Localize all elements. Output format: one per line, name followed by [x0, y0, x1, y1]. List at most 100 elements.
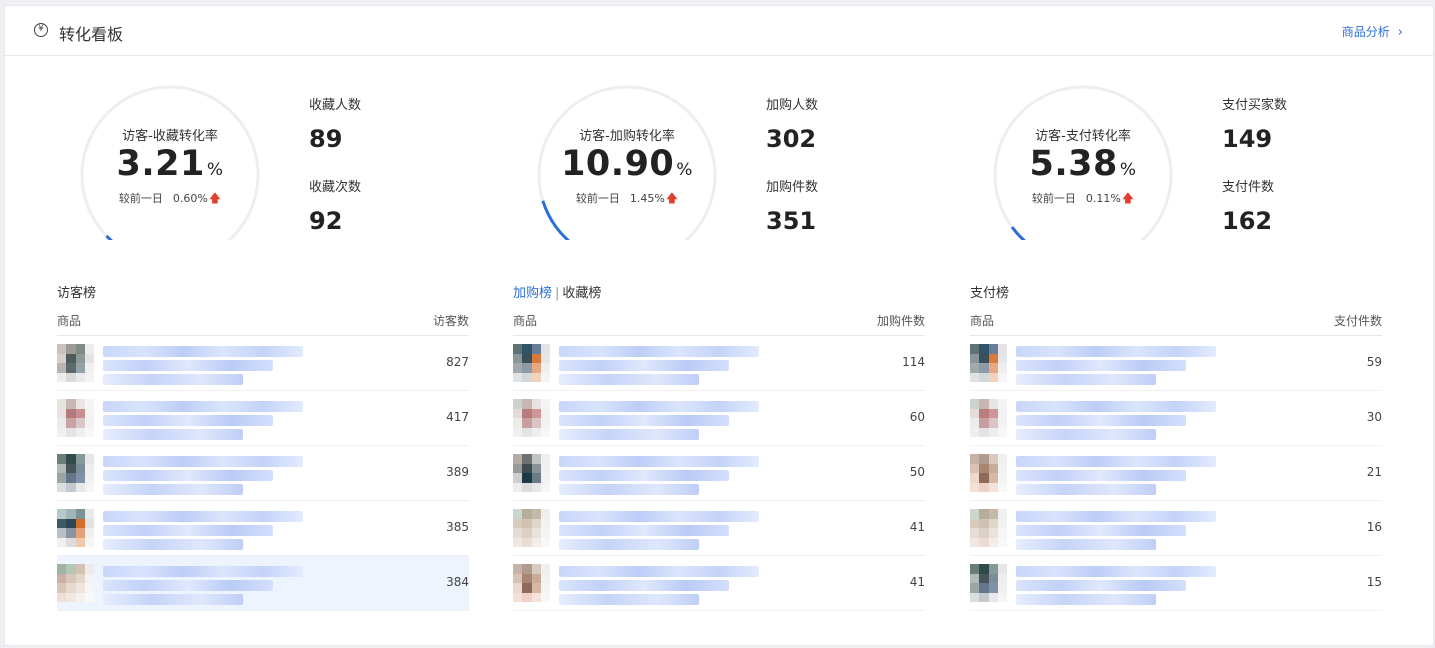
metric-block: 访客-收藏转化率 3.21% 较前一日 0.60%🡅 收藏人数 89 收藏次数 9…: [80, 80, 520, 245]
stat-value: 302: [766, 125, 817, 153]
tab-favorites-board[interactable]: 收藏榜: [562, 286, 601, 301]
row-count: 384: [446, 575, 469, 589]
gauge-label: 访客-支付转化率: [1035, 129, 1131, 144]
row-count: 15: [1366, 575, 1382, 589]
stat-label: 收藏人数: [309, 98, 362, 113]
product-name-redacted: [103, 346, 303, 385]
product-thumbnail: [970, 344, 1007, 382]
row-count: 114: [902, 355, 925, 369]
conversion-gauge: 访客-加购转化率 10.90% 较前一日 1.45%🡅: [537, 80, 727, 240]
row-count: 59: [1366, 355, 1382, 369]
product-name-redacted: [559, 346, 759, 385]
table-row[interactable]: 41: [513, 556, 925, 611]
product-thumbnail: [970, 454, 1007, 492]
arrow-up-icon: 🡅: [1121, 191, 1135, 205]
table-row[interactable]: 114: [513, 336, 925, 391]
table-row[interactable]: 16: [970, 501, 1382, 556]
board-header: 支付榜: [970, 282, 1382, 302]
product-thumbnail: [57, 564, 94, 602]
stat-value: 92: [309, 207, 343, 235]
card-header: ¥ 转化看板 商品分析 ›: [5, 6, 1433, 56]
gauge-label: 访客-收藏转化率: [122, 129, 218, 144]
col-count: 访客数: [432, 314, 469, 328]
col-count: 加购件数: [876, 314, 925, 328]
product-thumbnail: [970, 564, 1007, 602]
table-row[interactable]: 41: [513, 501, 925, 556]
tab-add-to-cart-board[interactable]: 加购榜: [513, 286, 552, 301]
day-comparison: 较前一日 0.60%🡅: [80, 189, 260, 210]
product-thumbnail: [57, 399, 94, 437]
table-row[interactable]: 385: [57, 501, 469, 556]
metric-block: 访客-加购转化率 10.90% 较前一日 1.45%🡅 加购人数 302 加购件数…: [537, 80, 977, 245]
rate-unit: %: [676, 160, 693, 180]
row-count: 417: [446, 410, 469, 424]
product-name-redacted: [1016, 566, 1216, 605]
chevron-right-icon: ›: [1397, 25, 1403, 40]
product-analysis-label: 商品分析: [1341, 25, 1390, 39]
row-count: 41: [909, 520, 925, 534]
table-row[interactable]: 21: [970, 446, 1382, 501]
board-header: 访客榜: [57, 282, 469, 302]
product-name-redacted: [103, 456, 303, 495]
product-thumbnail: [513, 344, 550, 382]
product-name-redacted: [559, 511, 759, 550]
product-name-redacted: [1016, 346, 1216, 385]
table-row[interactable]: 384: [57, 556, 469, 611]
leaderboard: 加购榜 | 收藏榜 商品 加购件数 114 60 50 41 41: [513, 282, 925, 611]
conversion-gauge: 访客-支付转化率 5.38% 较前一日 0.11%🡅: [993, 80, 1183, 240]
product-thumbnail: [970, 509, 1007, 547]
rate-value: 3.21: [116, 144, 205, 184]
table-row[interactable]: 60: [513, 391, 925, 446]
col-count: 支付件数: [1333, 314, 1382, 328]
col-item: 商品: [513, 314, 538, 328]
product-name-redacted: [559, 456, 759, 495]
table-row[interactable]: 30: [970, 391, 1382, 446]
board-header: 加购榜 | 收藏榜: [513, 282, 925, 302]
stat-label: 加购件数: [766, 180, 819, 195]
row-count: 385: [446, 520, 469, 534]
conversion-gauge: 访客-收藏转化率 3.21% 较前一日 0.60%🡅: [80, 80, 270, 240]
product-name-redacted: [1016, 401, 1216, 440]
table-row[interactable]: 827: [57, 336, 469, 391]
column-headers: 商品 支付件数: [970, 310, 1382, 336]
row-count: 30: [1366, 410, 1382, 424]
row-count: 41: [909, 575, 925, 589]
metric-block: 访客-支付转化率 5.38% 较前一日 0.11%🡅 支付买家数 149 支付件数…: [993, 80, 1433, 245]
rate-value: 5.38: [1029, 144, 1118, 184]
product-thumbnail: [513, 509, 550, 547]
compare-label: 较前一日: [1031, 192, 1076, 205]
table-row[interactable]: 50: [513, 446, 925, 501]
board-title: 访客榜: [57, 286, 97, 301]
col-item: 商品: [57, 314, 82, 328]
column-headers: 商品 访客数: [57, 310, 469, 336]
day-comparison: 较前一日 0.11%🡅: [993, 189, 1173, 210]
table-row[interactable]: 15: [970, 556, 1382, 611]
delta-value: 0.11%: [1085, 192, 1121, 205]
product-name-redacted: [559, 566, 759, 605]
compare-label: 较前一日: [575, 192, 620, 205]
product-thumbnail: [970, 399, 1007, 437]
product-name-redacted: [1016, 456, 1216, 495]
row-count: 60: [909, 410, 925, 424]
product-name-redacted: [559, 401, 759, 440]
stat-value: 149: [1222, 125, 1273, 153]
gauge-rate: 5.38%: [993, 144, 1173, 184]
gauge-fill: [1010, 226, 1027, 240]
product-name-redacted: [1016, 511, 1216, 550]
table-row[interactable]: 389: [57, 446, 469, 501]
gauge-rate: 10.90%: [537, 144, 717, 184]
gauge-fill: [105, 234, 113, 240]
stat-label: 收藏次数: [309, 180, 362, 195]
board-title: 支付榜: [970, 286, 1010, 301]
arrow-up-icon: 🡅: [665, 191, 679, 205]
rate-unit: %: [206, 160, 224, 180]
product-thumbnail: [513, 454, 550, 492]
stat-label: 加购人数: [766, 98, 819, 113]
stat-value: 89: [309, 125, 343, 153]
table-row[interactable]: 417: [57, 391, 469, 446]
leaderboard: 访客榜 商品 访客数 827 417 389 385 384: [57, 282, 469, 611]
rate-unit: %: [1119, 160, 1137, 180]
tab-separator: |: [555, 286, 560, 301]
table-row[interactable]: 59: [970, 336, 1382, 391]
product-analysis-link[interactable]: 商品分析 ›: [1342, 23, 1403, 40]
